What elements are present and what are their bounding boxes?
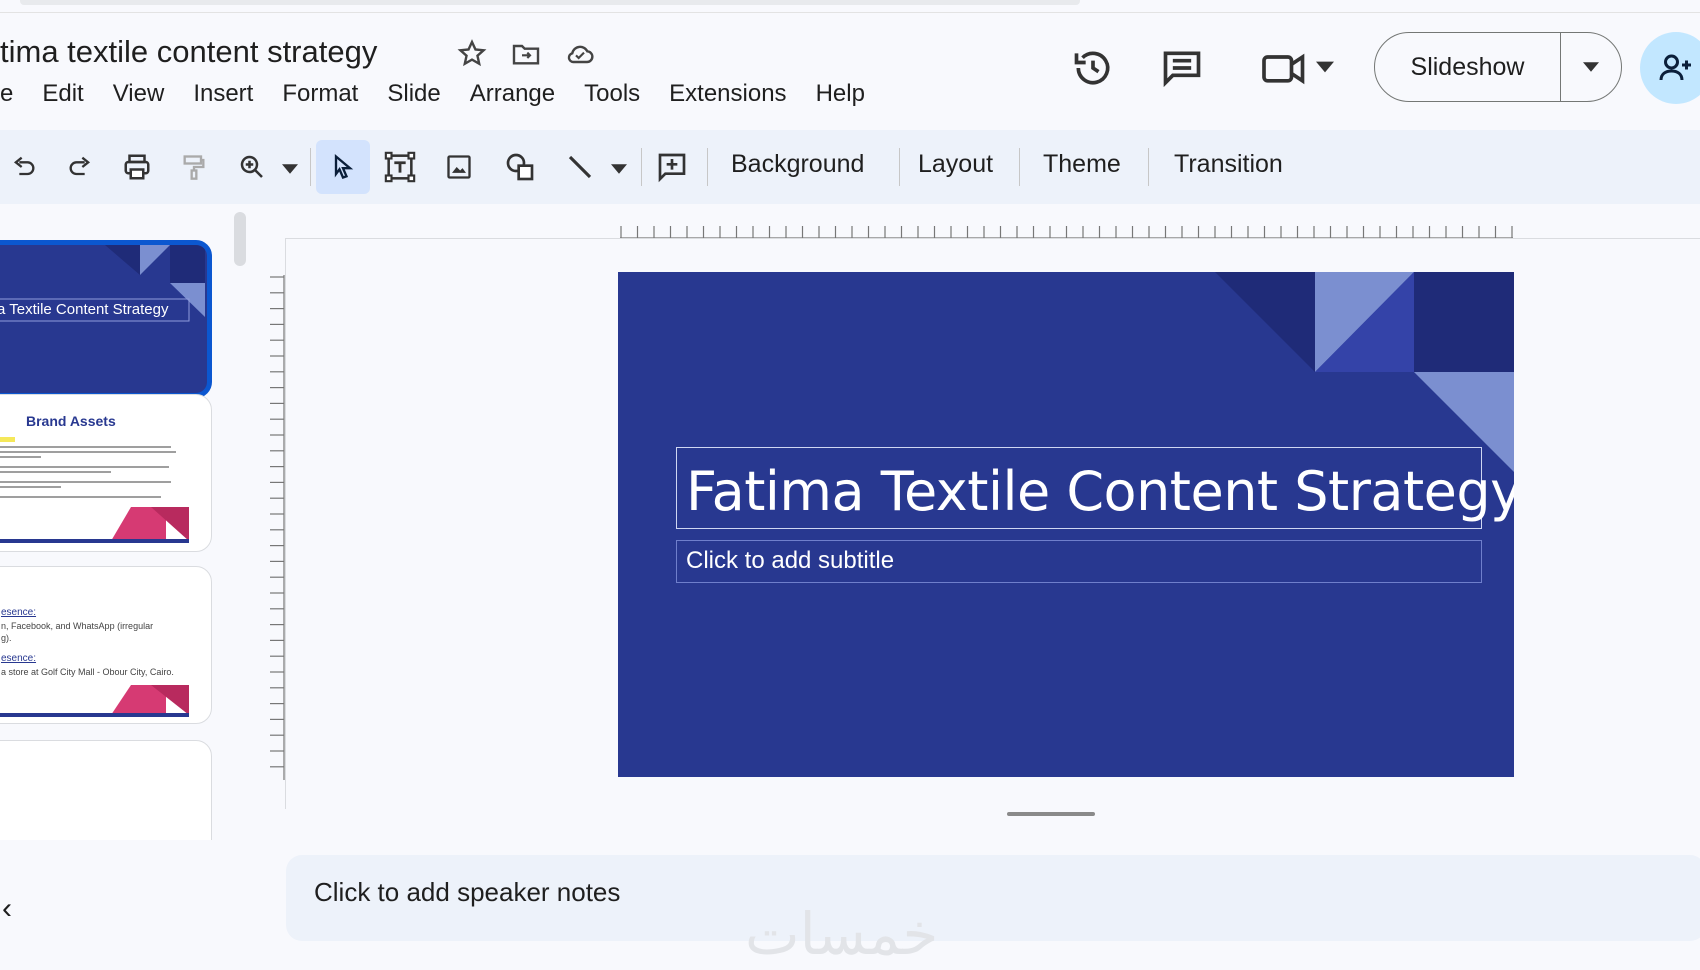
transition-button[interactable]: Transition [1174,150,1283,179]
menu-item-help[interactable]: Help [816,80,865,108]
layout-button[interactable]: Layout [918,150,993,179]
menu-item-edit[interactable]: Edit [42,80,83,108]
filmstrip-scrollbar[interactable] [234,212,246,266]
slideshow-options-dropdown[interactable] [1561,62,1621,72]
slide3-thumb-text: g). [1,633,12,643]
slide3-thumb-text: a store at Golf City Mall - Obour City, … [1,667,174,677]
paint-format-icon[interactable] [174,147,214,187]
collapse-filmstrip-icon[interactable]: ‹ [2,892,12,926]
undo-icon[interactable] [4,147,44,187]
notes-resize-handle[interactable] [1007,812,1095,816]
slide3-thumb-text: esence: [1,653,37,664]
redo-icon[interactable] [60,147,100,187]
version-history-icon[interactable] [1071,46,1115,90]
add-person-icon [1659,54,1691,81]
star-icon[interactable] [455,38,489,70]
slide3-thumb-text: n, Facebook, and WhatsApp (irregular [1,621,154,631]
text-box-icon[interactable] [380,147,420,187]
menu-bar: e Edit View Insert Format Slide Arrange … [0,80,894,108]
watermark: خمسات [745,900,939,968]
slide3-thumb-text: esence: [1,607,37,618]
chevron-down-icon[interactable] [1316,60,1334,74]
menu-item-insert[interactable]: Insert [193,80,253,108]
menu-item-extensions[interactable]: Extensions [669,80,786,108]
menu-item-arrange[interactable]: Arrange [470,80,555,108]
title-actions [455,38,597,70]
slide-filmstrip: a Textile Content Strategy Brand Assets … [0,210,240,840]
insert-image-icon[interactable] [439,147,479,187]
background-button[interactable]: Background [731,150,864,179]
slide-canvas[interactable]: Fatima Textile Content Strategy Click to… [618,272,1514,777]
slide-title: Fatima Textile Content Strategy [686,460,1514,523]
slideshow-button-group: Slideshow [1374,32,1622,102]
menu-item-tools[interactable]: Tools [584,80,640,108]
slide-thumbnail-3[interactable]: esence: n, Facebook, and WhatsApp (irreg… [0,566,212,724]
zoom-icon[interactable] [232,147,272,187]
chevron-down-icon[interactable] [611,164,627,174]
chevron-down-icon[interactable] [282,164,298,174]
vertical-ruler [270,275,285,780]
document-title[interactable]: tima textile content strategy [0,34,377,70]
slide-subtitle-box[interactable]: Click to add subtitle [676,540,1482,583]
chevron-down-icon [1583,62,1599,72]
slide-thumbnail-1[interactable]: a Textile Content Strategy [0,240,212,398]
menu-item-slide[interactable]: Slide [387,80,440,108]
speaker-notes-placeholder: Click to add speaker notes [314,877,621,907]
slide-thumbnail-2[interactable]: Brand Assets [0,394,212,552]
cloud-saved-icon[interactable] [563,38,597,70]
slide2-thumb-title: Brand Assets [26,413,116,429]
slideshow-button[interactable]: Slideshow [1375,53,1560,82]
add-comment-icon[interactable] [652,147,692,187]
slide-subtitle-placeholder: Click to add subtitle [686,547,895,574]
menu-item-view[interactable]: View [113,80,165,108]
theme-button[interactable]: Theme [1043,150,1121,179]
browser-top-strip [0,0,1700,13]
slide-thumbnail-4[interactable] [0,740,212,840]
print-icon[interactable] [117,147,157,187]
comments-icon[interactable] [1160,46,1204,90]
select-tool-icon[interactable] [316,140,370,194]
slide-title-box[interactable]: Fatima Textile Content Strategy [676,447,1514,529]
share-button[interactable] [1640,32,1700,104]
menu-item-slides[interactable]: e [0,80,13,108]
meet-video-icon[interactable] [1258,46,1314,90]
move-folder-icon[interactable] [509,38,543,70]
menu-item-format[interactable]: Format [282,80,358,108]
slide1-thumb-title: a Textile Content Strategy [0,301,169,318]
shape-icon[interactable] [500,147,540,187]
speaker-notes[interactable]: Click to add speaker notes [286,855,1700,941]
line-icon[interactable] [560,147,600,187]
